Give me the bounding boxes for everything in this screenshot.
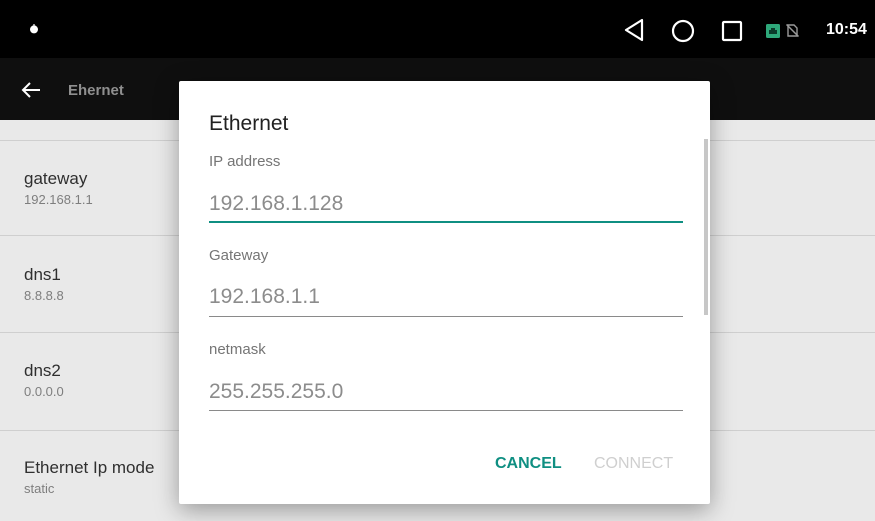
dialog-scrollbar[interactable] bbox=[704, 139, 708, 315]
netmask-input[interactable] bbox=[209, 377, 683, 407]
list-item-title: gateway bbox=[24, 169, 88, 188]
list-item-dns1[interactable]: dns1 8.8.8.8 bbox=[24, 264, 64, 304]
list-item-value: 0.0.0.0 bbox=[24, 384, 64, 399]
ip-address-underline bbox=[209, 221, 683, 223]
no-sim-icon bbox=[785, 23, 800, 38]
ip-address-label: IP address bbox=[209, 153, 281, 170]
cancel-button[interactable]: CANCEL bbox=[495, 455, 562, 473]
gateway-underline bbox=[209, 316, 683, 317]
list-item-gateway[interactable]: gateway 192.168.1.1 bbox=[24, 168, 93, 208]
list-item-ip-mode[interactable]: Ethernet Ip mode static bbox=[24, 457, 154, 497]
list-item-value: 8.8.8.8 bbox=[24, 288, 64, 303]
netmask-underline bbox=[209, 410, 683, 411]
connect-button[interactable]: CONNECT bbox=[594, 455, 673, 473]
list-item-dns2[interactable]: dns2 0.0.0.0 bbox=[24, 360, 64, 400]
gateway-input[interactable] bbox=[209, 282, 683, 312]
gateway-label: Gateway bbox=[209, 247, 269, 264]
netmask-label: netmask bbox=[209, 341, 266, 358]
notification-dot-icon bbox=[30, 24, 38, 34]
status-time: 10:54 bbox=[826, 21, 867, 38]
arrow-left-icon[interactable] bbox=[20, 79, 42, 101]
home-nav-icon[interactable] bbox=[670, 18, 696, 44]
list-item-value: 192.168.1.1 bbox=[24, 192, 93, 207]
back-nav-icon[interactable] bbox=[621, 17, 647, 43]
app-bar-title: Ehernet bbox=[68, 82, 124, 99]
list-item-title: dns2 bbox=[24, 361, 61, 380]
ip-address-input[interactable] bbox=[209, 189, 683, 219]
list-item-title: dns1 bbox=[24, 265, 61, 284]
list-item-value: static bbox=[24, 481, 55, 496]
dialog-title: Ethernet bbox=[209, 112, 289, 135]
recents-nav-icon[interactable] bbox=[720, 19, 744, 43]
list-item-title: Ethernet Ip mode bbox=[24, 458, 155, 477]
ethernet-dialog: Ethernet IP address Gateway netmask CANC… bbox=[179, 81, 710, 504]
ethernet-status-icon bbox=[766, 24, 780, 38]
status-bar: 10:54 bbox=[0, 0, 875, 58]
